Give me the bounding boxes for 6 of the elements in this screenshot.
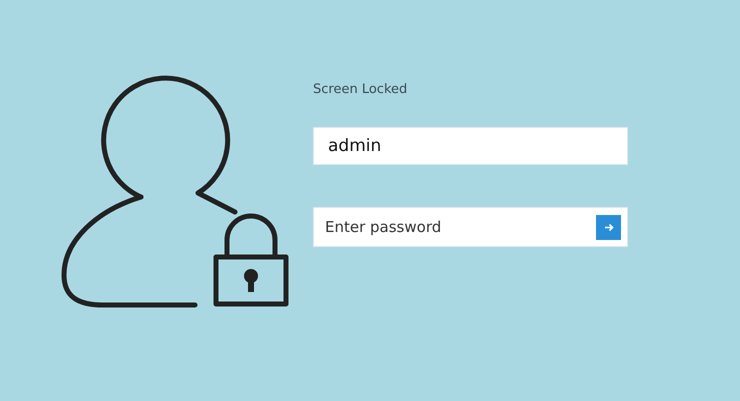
screen-locked-title: Screen Locked xyxy=(313,82,408,99)
username-field[interactable]: admin xyxy=(313,127,628,165)
arrow-icon xyxy=(604,222,614,232)
password-input[interactable]: Enter password xyxy=(323,217,596,237)
password-field[interactable]: Enter password xyxy=(313,207,628,247)
submit-button[interactable] xyxy=(596,214,621,240)
